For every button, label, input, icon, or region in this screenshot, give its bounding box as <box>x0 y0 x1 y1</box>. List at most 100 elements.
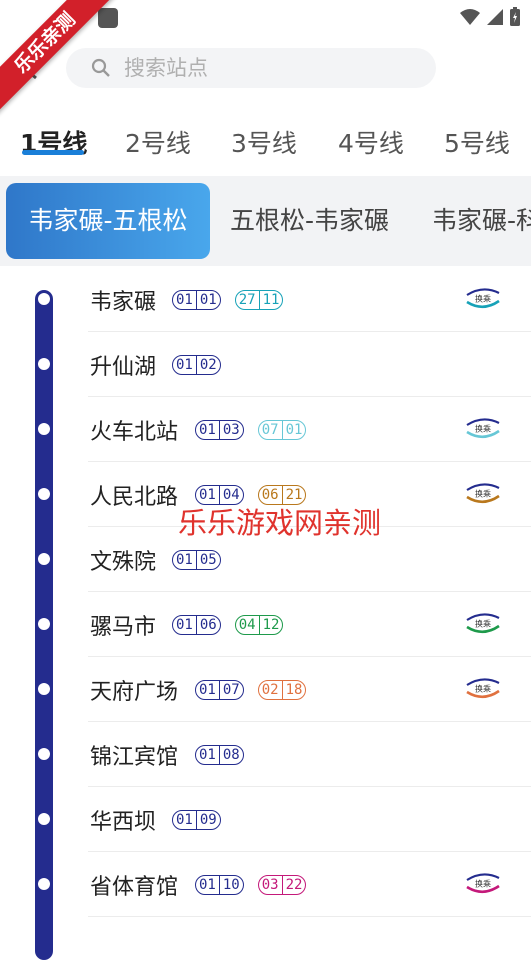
station-dot <box>38 488 50 500</box>
code-line: 01 <box>176 357 193 373</box>
direction-tab-1[interactable]: 韦家碾-五根松 <box>6 183 210 259</box>
transfer-label: 换乘 <box>475 489 491 499</box>
transfer-icon[interactable]: 换乘 <box>465 287 501 309</box>
row-divider <box>88 916 531 917</box>
station-row[interactable]: 韦家碾 01 01 27 11 换乘 <box>0 267 531 332</box>
code-line: 04 <box>238 617 256 633</box>
station-dot <box>38 813 50 825</box>
code-line: 01 <box>199 747 216 763</box>
transfer-label: 换乘 <box>475 424 491 434</box>
code-number: 01 <box>195 291 220 309</box>
active-tab-indicator <box>22 150 84 155</box>
station-code-badge: 01 08 <box>195 745 244 765</box>
tab-line-4[interactable]: 4号线 <box>338 124 404 160</box>
station-codes: 01 08 <box>195 745 244 765</box>
line-tabs: 1号线 2号线 3号线 4号线 5号线 <box>0 112 531 176</box>
station-name: 锦江宾馆 <box>90 745 179 770</box>
station-name: 韦家碾 <box>90 290 157 315</box>
transfer-label: 换乘 <box>475 619 491 629</box>
code-line: 03 <box>261 877 279 893</box>
station-row[interactable]: 骡马市 01 06 04 12 换乘 <box>0 592 531 657</box>
station-code-badge: 01 02 <box>172 355 221 375</box>
station-name: 升仙湖 <box>90 355 157 380</box>
station-row[interactable]: 省体育馆 01 10 03 22 换乘 <box>0 852 531 917</box>
station-codes: 01 10 03 22 <box>195 875 307 895</box>
code-line: 07 <box>261 422 279 438</box>
code-number: 02 <box>195 356 220 374</box>
station-code-badge: 04 12 <box>234 615 284 635</box>
code-line: 01 <box>176 812 193 828</box>
code-line: 01 <box>176 617 193 633</box>
station-name: 天府广场 <box>90 680 179 705</box>
code-number: 11 <box>258 291 283 309</box>
station-dot <box>38 553 50 565</box>
tab-line-5[interactable]: 5号线 <box>444 124 510 160</box>
code-line: 01 <box>176 292 193 308</box>
code-number: 01 <box>281 421 306 439</box>
wifi-icon <box>460 9 480 25</box>
station-name: 华西坝 <box>90 810 157 835</box>
station-row[interactable]: 锦江宾馆 01 08 <box>0 722 531 787</box>
station-dot <box>38 423 50 435</box>
code-number: 06 <box>195 616 220 634</box>
watermark-text: 乐乐游戏网亲测 <box>178 506 382 540</box>
direction-tab-2[interactable]: 五根松-韦家碾 <box>230 183 389 259</box>
transfer-icon[interactable]: 换乘 <box>465 677 501 699</box>
code-number: 09 <box>195 811 220 829</box>
station-code-badge: 07 01 <box>257 420 307 440</box>
station-code-badge: 01 09 <box>172 810 221 830</box>
code-number: 12 <box>258 616 283 634</box>
code-line: 01 <box>199 422 216 438</box>
code-number: 10 <box>218 876 243 894</box>
code-line: 02 <box>261 682 279 698</box>
tab-line-3[interactable]: 3号线 <box>231 124 297 160</box>
status-icons <box>459 7 521 27</box>
code-line: 01 <box>176 552 193 568</box>
station-code-badge: 01 06 <box>172 615 221 635</box>
station-dot <box>38 748 50 760</box>
station-dot <box>38 618 50 630</box>
station-row[interactable]: 天府广场 01 07 02 18 换乘 <box>0 657 531 722</box>
tab-line-2[interactable]: 2号线 <box>125 124 191 160</box>
notification-icon <box>98 8 118 28</box>
battery-icon <box>510 7 520 26</box>
transfer-icon[interactable]: 换乘 <box>465 417 501 439</box>
station-code-badge: 01 01 <box>172 290 221 310</box>
station-codes: 01 06 04 12 <box>172 615 284 635</box>
code-line: 27 <box>238 292 256 308</box>
station-codes: 01 01 27 11 <box>172 290 284 310</box>
search-bar[interactable] <box>66 48 436 88</box>
station-code-badge: 01 07 <box>195 680 244 700</box>
code-number: 05 <box>195 551 220 569</box>
station-codes: 01 09 <box>172 810 221 830</box>
station-row[interactable]: 升仙湖 01 02 <box>0 332 531 397</box>
station-code-badge: 03 22 <box>257 875 307 895</box>
station-name: 火车北站 <box>90 420 179 445</box>
station-name: 文殊院 <box>90 550 157 575</box>
station-dot <box>38 358 50 370</box>
transfer-icon[interactable]: 换乘 <box>465 482 501 504</box>
station-list: 韦家碾 01 01 27 11 换乘 升仙湖 01 02 火车北站 01 03 07 01 换乘 人民北路 01… <box>0 267 531 917</box>
station-name: 骡马市 <box>90 615 157 640</box>
station-name: 人民北路 <box>90 485 179 510</box>
transfer-label: 换乘 <box>475 294 491 304</box>
code-number: 07 <box>218 681 243 699</box>
code-line: 01 <box>199 682 216 698</box>
station-codes: 01 02 <box>172 355 221 375</box>
signal-icon <box>487 9 503 25</box>
transfer-label: 换乘 <box>475 879 491 889</box>
transfer-icon[interactable]: 换乘 <box>465 612 501 634</box>
station-code-badge: 01 05 <box>172 550 221 570</box>
station-row[interactable]: 华西坝 01 09 <box>0 787 531 852</box>
transfer-icon[interactable]: 换乘 <box>465 872 501 894</box>
station-dot <box>38 293 50 305</box>
search-input[interactable] <box>122 55 416 81</box>
station-row[interactable]: 火车北站 01 03 07 01 换乘 <box>0 397 531 462</box>
direction-selector: 韦家碾-五根松 五根松-韦家碾 韦家碾-科 <box>0 176 531 266</box>
station-code-badge: 27 11 <box>234 290 284 310</box>
direction-tab-3[interactable]: 韦家碾-科 <box>432 183 531 259</box>
code-number: 08 <box>218 746 243 764</box>
station-name: 省体育馆 <box>90 875 179 900</box>
code-number: 03 <box>218 421 243 439</box>
code-number: 18 <box>281 681 306 699</box>
